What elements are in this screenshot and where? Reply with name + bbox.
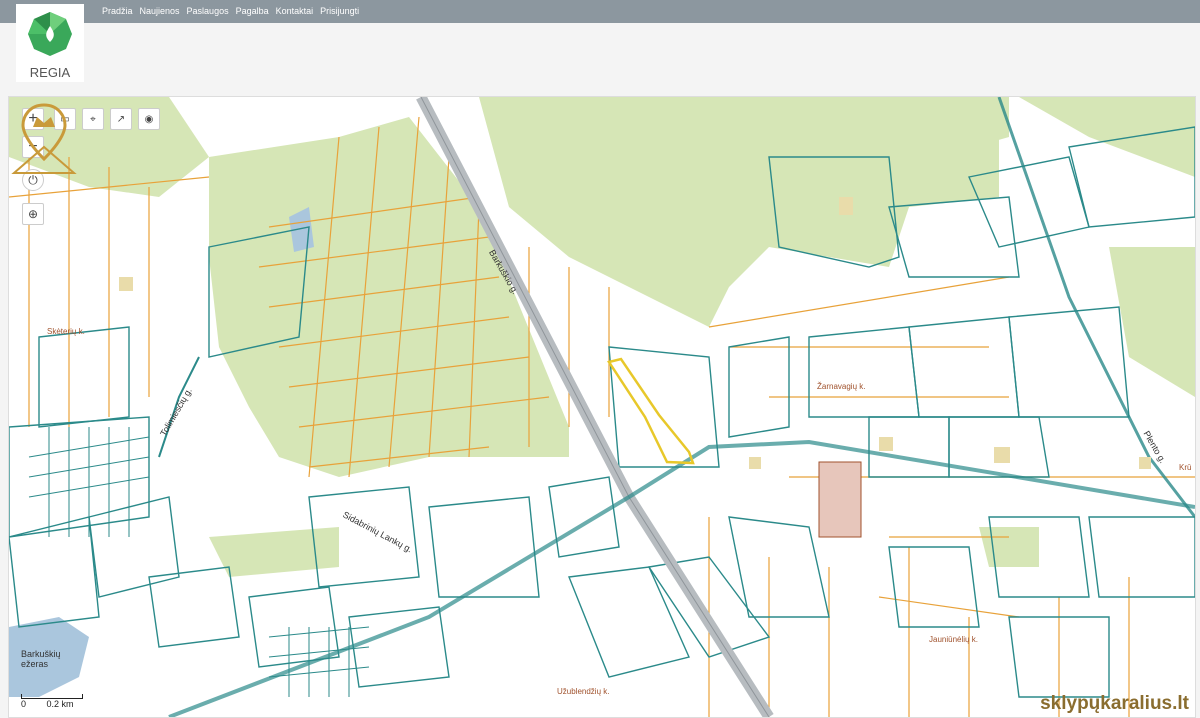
place-label-uzublendziu: Užublendžių k. — [557, 687, 610, 696]
marker-button[interactable]: ⌖ — [82, 108, 104, 130]
map-canvas — [9, 97, 1195, 717]
locate-icon: ⊕ — [27, 207, 39, 221]
top-bar: Pradžia Naujienos Paslaugos Pagalba Kont… — [0, 0, 1200, 23]
nav-home[interactable]: Pradžia — [102, 6, 133, 16]
scale-bar: 0 0.2 km — [21, 694, 83, 709]
logo-text: REGIA — [29, 65, 71, 80]
place-label-jauniunelu: Jauniūnėlių k. — [929, 635, 978, 644]
place-label-skeriu: Skėterių k. — [47, 327, 85, 336]
share-button[interactable]: ↗ — [110, 108, 132, 130]
brand-watermark: sklypųkaralius.lt — [1040, 693, 1189, 714]
nav-help[interactable]: Pagalba — [236, 6, 269, 16]
lake-label: Barkuškių ežeras — [21, 649, 61, 669]
place-label-zarnavagiu: Žarnavagių k. — [817, 382, 866, 391]
main-nav: Pradžia Naujienos Paslaugos Pagalba Kont… — [102, 6, 359, 16]
pin-icon: ⌖ — [90, 113, 96, 125]
nav-contacts[interactable]: Kontaktai — [276, 6, 314, 16]
target-button[interactable]: ◉ — [138, 108, 160, 130]
scale-distance: 0.2 km — [46, 699, 74, 709]
map-view[interactable]: + − ▭ ⌖ ↗ ◉ ⏻ ⊕ Barkuškio g. Sidabrinių … — [8, 96, 1196, 718]
scale-zero: 0 — [21, 699, 27, 709]
target-icon: ◉ — [144, 113, 154, 125]
place-label-kru: Krū — [1179, 463, 1192, 472]
crown-pin-icon — [11, 103, 77, 174]
nav-login[interactable]: Prisijungti — [320, 6, 359, 16]
regia-logo-icon — [28, 12, 72, 56]
share-icon: ↗ — [116, 113, 126, 125]
nav-news[interactable]: Naujienos — [140, 6, 180, 16]
locate-button[interactable]: ⊕ — [22, 203, 44, 225]
nav-services[interactable]: Paslaugos — [187, 6, 229, 16]
